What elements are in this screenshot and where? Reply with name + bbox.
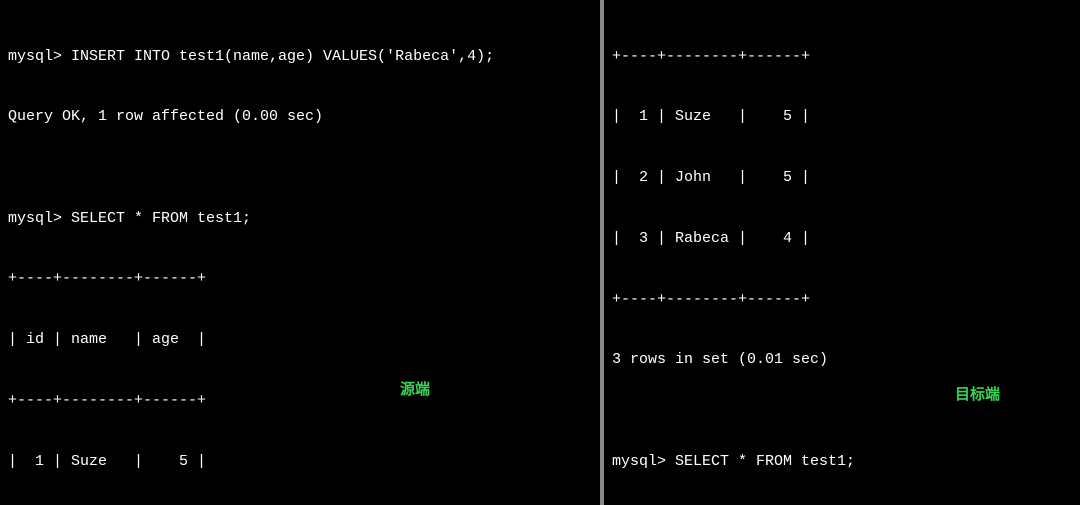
table-row: | 1 | Suze | 5 | [612, 107, 1072, 127]
sql-select-statement: mysql> SELECT * FROM test1; [8, 209, 592, 229]
table-border: +----+--------+------+ [612, 290, 1072, 310]
table-border: +----+--------+------+ [8, 269, 592, 289]
table-row: | 2 | John | 5 | [612, 168, 1072, 188]
table-row: | 1 | Suze | 5 | [8, 452, 592, 472]
query-ok-result: Query OK, 1 row affected (0.00 sec) [8, 107, 592, 127]
rows-in-set-result: 3 rows in set (0.01 sec) [612, 350, 1072, 370]
target-label: 目标端 [955, 385, 1000, 405]
target-terminal[interactable]: +----+--------+------+ | 1 | Suze | 5 | … [604, 0, 1080, 505]
source-label: 源端 [400, 380, 430, 400]
table-border: +----+--------+------+ [8, 391, 592, 411]
table-border: +----+--------+------+ [612, 47, 1072, 67]
sql-select-statement: mysql> SELECT * FROM test1; [612, 452, 1072, 472]
table-header: | id | name | age | [8, 330, 592, 350]
table-row: | 3 | Rabeca | 4 | [612, 229, 1072, 249]
sql-insert-statement: mysql> INSERT INTO test1(name,age) VALUE… [8, 47, 592, 67]
source-terminal[interactable]: mysql> INSERT INTO test1(name,age) VALUE… [0, 0, 604, 505]
